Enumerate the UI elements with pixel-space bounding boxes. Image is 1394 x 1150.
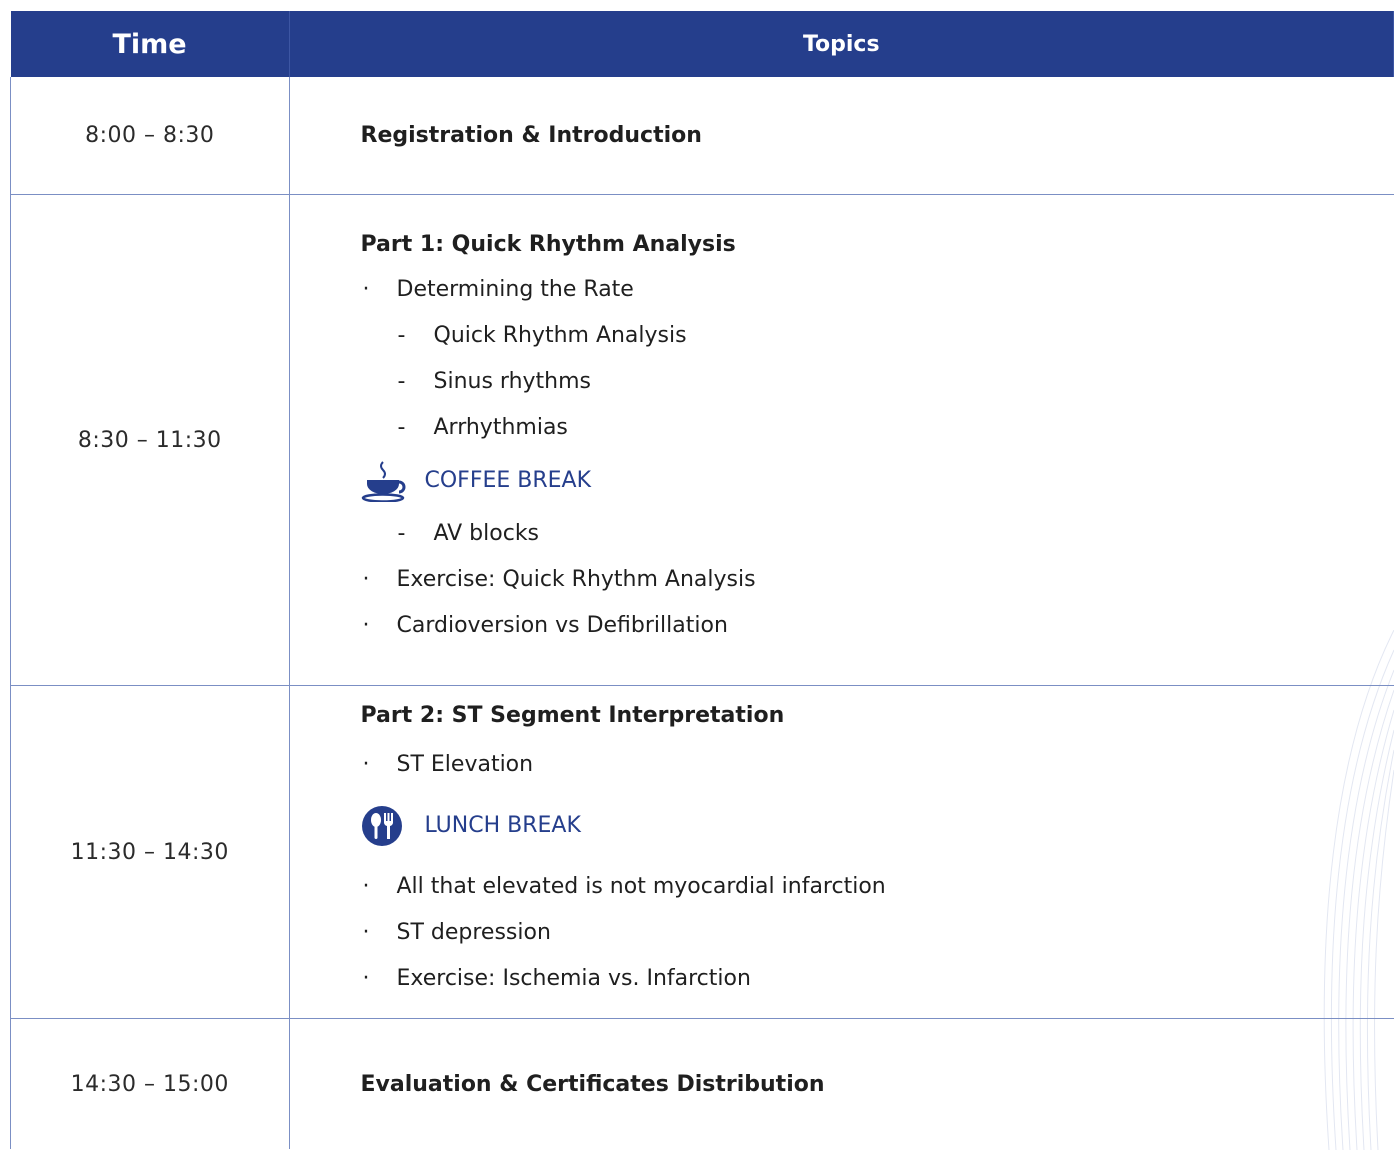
list-item: · ST depression: [361, 910, 1394, 956]
list-item: · Exercise: Ischemia vs. Infarction: [361, 956, 1394, 1002]
bullet-icon: ·: [362, 919, 370, 945]
list-item: · Determining the Rate: [361, 267, 1394, 313]
time-cell: 8:30 – 11:30: [10, 194, 290, 686]
sub-item-text: Sinus rhythms: [433, 368, 592, 394]
list-item-text: Cardioversion vs Defibrillation: [396, 612, 728, 638]
list-item: · ST Elevation: [361, 742, 1394, 788]
session-title: Part 1: Quick Rhythm Analysis: [360, 231, 736, 257]
bullet-icon: ·: [362, 612, 370, 638]
sub-item: - Arrhythmias: [361, 405, 1394, 451]
table-row: 8:30 – 11:30 Part 1: Quick Rhythm Analys…: [10, 194, 1394, 686]
table-row: 11:30 – 14:30 Part 2: ST Segment Interpr…: [10, 685, 1394, 1019]
list-item-text: ST Elevation: [396, 751, 534, 777]
topics-column-header: Topics: [289, 11, 1394, 77]
list-item: · Cardioversion vs Defibrillation: [361, 603, 1394, 649]
bullet-icon: ·: [362, 751, 370, 777]
list-item: · Exercise: Quick Rhythm Analysis: [361, 557, 1394, 603]
list-item: · All that elevated is not myocardial in…: [361, 864, 1394, 910]
list-item-text: ST depression: [396, 919, 551, 945]
sub-item-text: AV blocks: [433, 520, 540, 546]
agenda-table: Time Topics 8:00 – 8:30 Registration & I…: [10, 11, 1394, 1149]
dash-icon: -: [397, 520, 406, 546]
list-item-text: All that elevated is not myocardial infa…: [396, 873, 886, 899]
list-item-text: Exercise: Ischemia vs. Infarction: [396, 965, 751, 991]
list-item-text: Determining the Rate: [396, 276, 634, 302]
time-cell: 8:00 – 8:30: [10, 77, 290, 195]
sub-item-text: Arrhythmias: [433, 414, 568, 440]
session-title: Part 2: ST Segment Interpretation: [360, 702, 785, 728]
coffee-cup-icon: [361, 460, 411, 502]
header-row: Time Topics: [10, 11, 1394, 77]
bullet-icon: ·: [362, 566, 370, 592]
sub-item-text: Quick Rhythm Analysis: [433, 322, 687, 348]
dash-icon: -: [397, 322, 406, 348]
dash-icon: -: [397, 368, 406, 394]
table-row: 14:30 – 15:00 Evaluation & Certificates …: [10, 1018, 1394, 1150]
sub-item: - Sinus rhythms: [361, 359, 1394, 405]
coffee-break: COFFEE BREAK: [361, 451, 1394, 511]
break-label: LUNCH BREAK: [424, 813, 581, 838]
break-label: COFFEE BREAK: [424, 468, 592, 493]
fork-spoon-icon: [361, 805, 411, 847]
table-row: 8:00 – 8:30 Registration & Introduction: [10, 77, 1394, 195]
bullet-icon: ·: [362, 276, 370, 302]
session-title: Registration & Introduction: [360, 123, 702, 148]
session-title: Evaluation & Certificates Distribution: [360, 1071, 825, 1097]
topic-cell: Registration & Introduction: [289, 77, 1394, 195]
bullet-icon: ·: [362, 965, 370, 991]
topic-cell: Part 2: ST Segment Interpretation · ST E…: [289, 685, 1394, 1019]
sub-item: - AV blocks: [361, 511, 1394, 557]
sub-item: - Quick Rhythm Analysis: [361, 313, 1394, 359]
lunch-break: LUNCH BREAK: [361, 788, 1394, 864]
topic-cell: Evaluation & Certificates Distribution: [289, 1019, 1394, 1150]
topic-cell: Part 1: Quick Rhythm Analysis · Determin…: [289, 194, 1394, 686]
dash-icon: -: [397, 414, 406, 440]
time-cell: 11:30 – 14:30: [10, 685, 290, 1019]
bullet-icon: ·: [362, 873, 370, 899]
time-column-header: Time: [10, 11, 290, 77]
time-cell: 14:30 – 15:00: [10, 1018, 290, 1149]
list-item-text: Exercise: Quick Rhythm Analysis: [396, 566, 756, 592]
